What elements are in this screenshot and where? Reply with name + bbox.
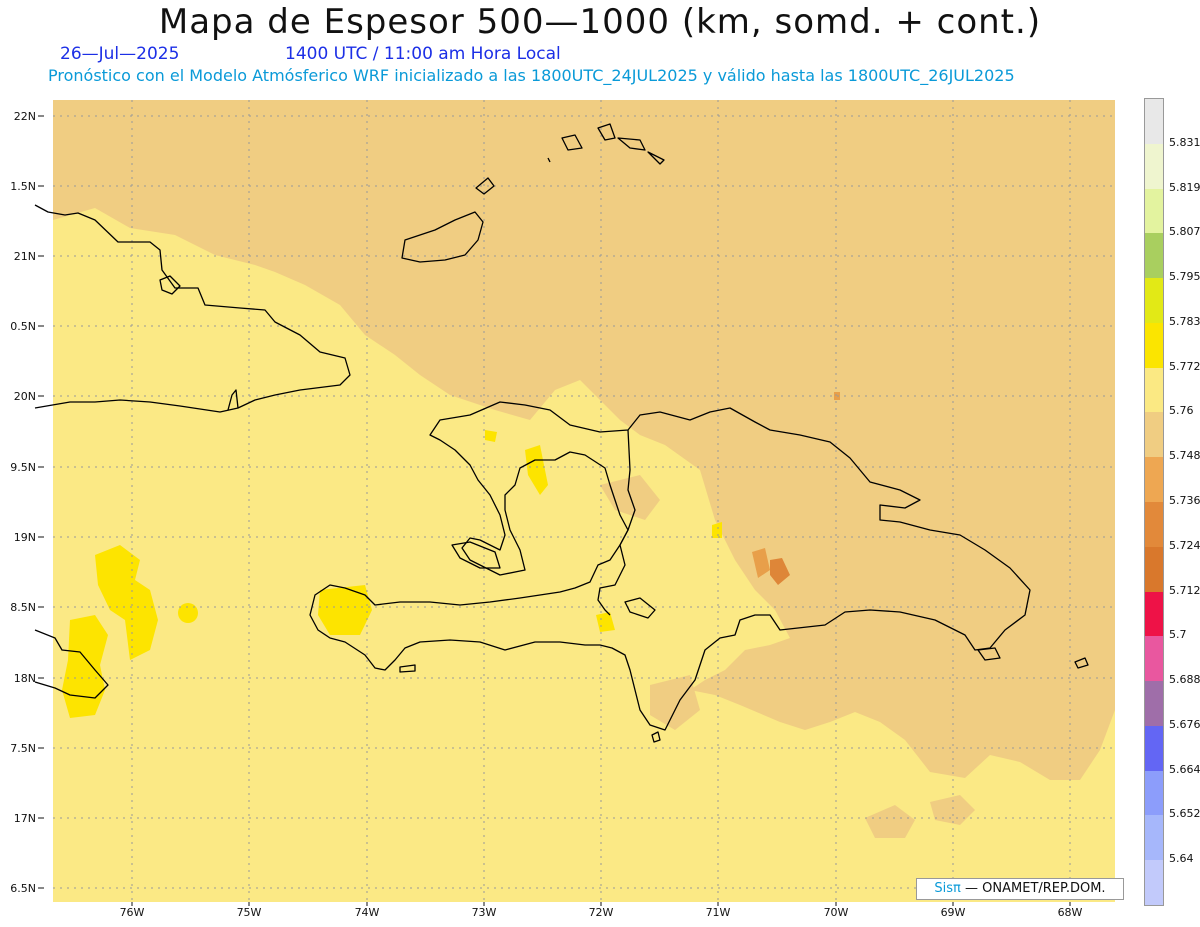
- colorbar-swatch: [1145, 770, 1163, 816]
- colorbar-label: 5.664: [1169, 762, 1200, 776]
- colorbar-swatch: [1145, 815, 1163, 861]
- lon-axis: 76W 75W 74W 73W 72W 71W 70W 69W 68W: [120, 906, 1083, 919]
- colorbar-swatch: [1145, 322, 1163, 369]
- lon-label: 70W: [824, 906, 849, 919]
- lat-axis: 22N 1.5N 21N 0.5N 20N 9.5N 19N 8.5N 18N …: [10, 110, 36, 895]
- colorbar-label: 5.748: [1169, 449, 1200, 463]
- lon-ticks: [131, 902, 1071, 906]
- lon-label: 72W: [589, 906, 614, 919]
- colorbar-swatch: [1145, 546, 1163, 593]
- lat-label: 1.5N: [10, 180, 36, 193]
- colorbar-swatch: [1145, 99, 1163, 145]
- colorbar-label: 5.652: [1169, 807, 1200, 821]
- colorbar-label: 5.795: [1169, 270, 1200, 284]
- forecast-time: 1400 UTC / 11:00 am Hora Local: [285, 44, 561, 64]
- colorbar-label: 5.688: [1169, 673, 1200, 687]
- thickness-patch-high: [485, 430, 497, 442]
- colorbar-swatch: [1145, 367, 1163, 413]
- lon-label: 75W: [237, 906, 262, 919]
- lat-label: 7.5N: [10, 742, 36, 755]
- colorbar-swatch: [1145, 860, 1163, 906]
- credit-logo: Sisπ: [934, 881, 961, 896]
- lat-label: 21N: [14, 250, 36, 263]
- colorbar-swatch: [1145, 143, 1163, 190]
- colorbar-label: 5.64: [1169, 852, 1194, 866]
- lat-label: 19N: [14, 531, 36, 544]
- colorbar-swatch: [1145, 681, 1163, 727]
- lat-label: 0.5N: [10, 320, 36, 333]
- colorbar-label: 5.831: [1169, 135, 1200, 149]
- lon-label: 68W: [1058, 906, 1083, 919]
- colorbar-label: 5.783: [1169, 314, 1200, 328]
- colorbar: [1144, 98, 1164, 906]
- colorbar-label: 5.819: [1169, 180, 1200, 194]
- colorbar-label: 5.76: [1169, 404, 1194, 418]
- colorbar-swatch: [1145, 233, 1163, 279]
- lat-label: 17N: [14, 812, 36, 825]
- colorbar-swatch: [1145, 591, 1163, 637]
- thickness-map: 22N 1.5N 21N 0.5N 20N 9.5N 19N 8.5N 18N …: [10, 100, 1115, 919]
- lat-label: 6.5N: [10, 882, 36, 895]
- lon-label: 73W: [472, 906, 497, 919]
- lat-ticks: [38, 115, 44, 889]
- colorbar-swatch: [1145, 278, 1163, 324]
- thickness-patch-high: [178, 603, 198, 623]
- colorbar-label: 5.712: [1169, 583, 1200, 597]
- lat-label: 22N: [14, 110, 36, 123]
- colorbar-swatch: [1145, 188, 1163, 234]
- forecast-date: 26—Jul—2025: [60, 44, 180, 64]
- lon-label: 69W: [941, 906, 966, 919]
- lat-label: 9.5N: [10, 461, 36, 474]
- lon-label: 74W: [355, 906, 380, 919]
- lat-label: 18N: [14, 672, 36, 685]
- colorbar-label: 5.7: [1169, 628, 1187, 642]
- colorbar-swatch: [1145, 457, 1163, 503]
- credit-box: Sisπ — ONAMET/REP.DOM.: [916, 878, 1124, 900]
- colorbar-label: 5.772: [1169, 359, 1200, 373]
- colorbar-swatch: [1145, 502, 1163, 548]
- valid-time-line: 26—Jul—2025 1400 UTC / 11:00 am Hora Loc…: [60, 44, 561, 64]
- credit-text: — ONAMET/REP.DOM.: [965, 881, 1106, 896]
- colorbar-swatch: [1145, 725, 1163, 772]
- lon-label: 76W: [120, 906, 145, 919]
- lat-label: 20N: [14, 390, 36, 403]
- forecast-note: Pronóstico con el Modelo Atmósferico WRF…: [48, 66, 1015, 85]
- lon-label: 71W: [706, 906, 731, 919]
- colorbar-swatch: [1145, 636, 1163, 682]
- colorbar-label: 5.724: [1169, 538, 1200, 552]
- map-title: Mapa de Espesor 500—1000 (km, somd. + co…: [158, 2, 1042, 42]
- colorbar-label: 5.676: [1169, 717, 1200, 731]
- colorbar-swatch: [1145, 412, 1163, 458]
- lat-label: 8.5N: [10, 601, 36, 614]
- colorbar-label: 5.736: [1169, 494, 1200, 507]
- colorbar-label: 5.807: [1169, 225, 1200, 239]
